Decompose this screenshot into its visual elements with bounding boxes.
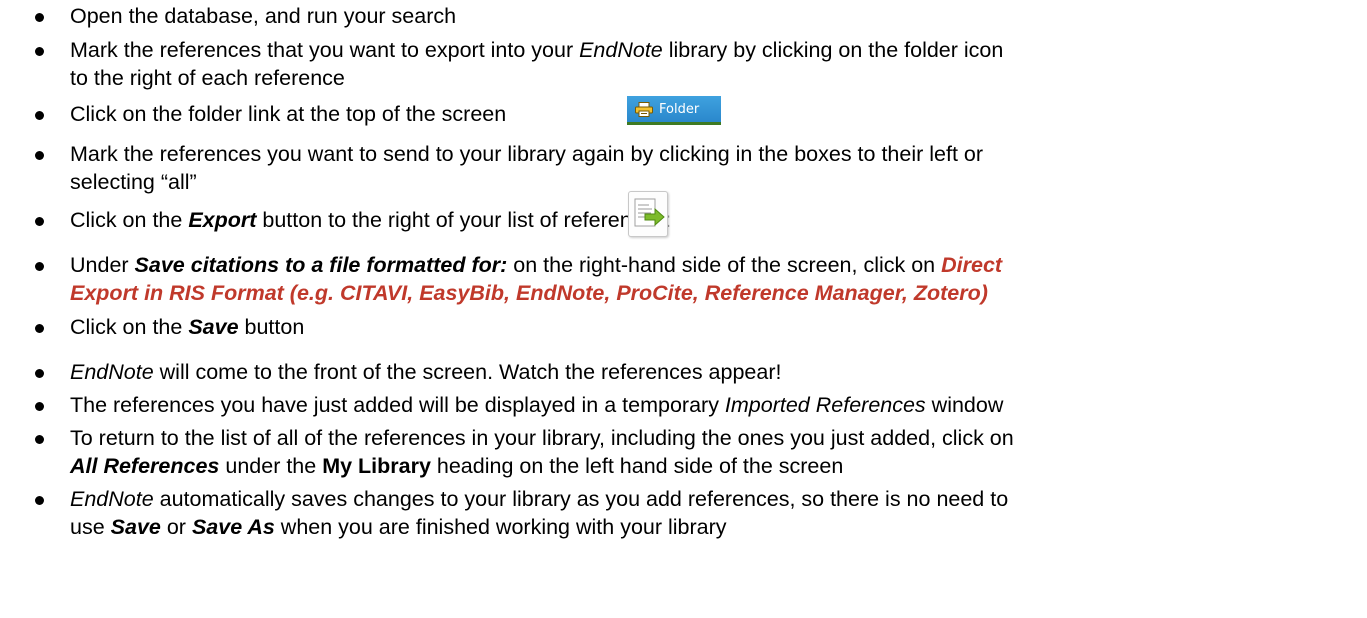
folder-button[interactable]: Folder bbox=[627, 96, 721, 125]
bullet-icon bbox=[35, 496, 44, 505]
bullet-icon bbox=[35, 262, 44, 271]
text-run: EndNote bbox=[579, 38, 663, 62]
text-run: Click on the folder link at the top of t… bbox=[70, 102, 507, 126]
text-run: My Library bbox=[322, 454, 431, 478]
text-run: Save bbox=[188, 315, 239, 339]
export-button[interactable] bbox=[628, 191, 668, 237]
bullet-icon bbox=[35, 217, 44, 226]
text-run: button to the right of your list of refe… bbox=[256, 208, 672, 232]
text-run: or bbox=[160, 515, 192, 539]
list-item-text: EndNote automatically saves changes to y… bbox=[70, 486, 1008, 512]
text-run: heading on the left hand side of the scr… bbox=[430, 454, 844, 478]
text-run: EndNote bbox=[70, 487, 154, 511]
text-run: Mark the references that you want to exp… bbox=[70, 38, 580, 62]
list-item-text: All References under the My Library head… bbox=[70, 453, 843, 479]
text-run: Click on the bbox=[70, 315, 189, 339]
text-run: Export in RIS Format (e.g. CITAVI, EasyB… bbox=[70, 281, 988, 305]
text-run: Save citations to a file formatted for: bbox=[134, 253, 508, 277]
list-item-text: Under Save citations to a file formatted… bbox=[70, 252, 1002, 278]
bullet-icon bbox=[35, 369, 44, 378]
text-run: The references you have just added will … bbox=[70, 393, 725, 417]
text-run: Save As bbox=[191, 515, 275, 539]
list-item-text: EndNote will come to the front of the sc… bbox=[70, 359, 781, 385]
text-run: Imported References bbox=[724, 393, 926, 417]
bullet-icon bbox=[35, 151, 44, 160]
list-item-text: Click on the Save button bbox=[70, 314, 304, 340]
bullet-icon bbox=[35, 111, 44, 120]
printer-icon bbox=[635, 101, 653, 117]
bullet-icon bbox=[35, 47, 44, 56]
text-run: Click on the bbox=[70, 208, 189, 232]
bullet-icon bbox=[35, 435, 44, 444]
text-run: Direct bbox=[941, 253, 1003, 277]
list-item-text: Open the database, and run your search bbox=[70, 3, 456, 29]
text-run: window bbox=[925, 393, 1004, 417]
list-item-text: selecting “all” bbox=[70, 169, 197, 195]
list-item-text: To return to the list of all of the refe… bbox=[70, 425, 1014, 451]
text-run: will come to the front of the screen. Wa… bbox=[153, 360, 782, 384]
list-item-text: Mark the references you want to send to … bbox=[70, 141, 983, 167]
text-run: Mark the references you want to send to … bbox=[70, 142, 984, 166]
text-run: automatically saves changes to your libr… bbox=[153, 487, 1009, 511]
text-run: use bbox=[70, 515, 111, 539]
text-run: EndNote bbox=[70, 360, 154, 384]
text-run: To return to the list of all of the refe… bbox=[70, 426, 1014, 450]
text-run: Save bbox=[110, 515, 161, 539]
list-item-text: Click on the folder link at the top of t… bbox=[70, 101, 506, 127]
list-item-text: Export in RIS Format (e.g. CITAVI, EasyB… bbox=[70, 280, 988, 306]
text-run: under the bbox=[219, 454, 323, 478]
text-run: to the right of each reference bbox=[70, 66, 345, 90]
text-run: Open the database, and run your search bbox=[70, 4, 457, 28]
bullet-icon bbox=[35, 324, 44, 333]
text-run: when you are finished working with your … bbox=[274, 515, 727, 539]
folder-button-label: Folder bbox=[659, 101, 700, 117]
list-item-text: The references you have just added will … bbox=[70, 392, 1003, 418]
text-run: Export bbox=[188, 208, 257, 232]
list-item-text: Mark the references that you want to exp… bbox=[70, 37, 1003, 63]
export-icon bbox=[634, 198, 665, 227]
list-item-text: use Save or Save As when you are finishe… bbox=[70, 514, 727, 540]
text-run: on the right-hand side of the screen, cl… bbox=[507, 253, 942, 277]
text-run: library by clicking on the folder icon bbox=[662, 38, 1004, 62]
list-item-text: Click on the Export button to the right … bbox=[70, 207, 671, 233]
text-run: All References bbox=[70, 454, 220, 478]
list-item-text: to the right of each reference bbox=[70, 65, 345, 91]
text-run: Under bbox=[70, 253, 135, 277]
bullet-icon bbox=[35, 402, 44, 411]
text-run: selecting “all” bbox=[70, 170, 197, 194]
bullet-icon bbox=[35, 13, 44, 22]
text-run: button bbox=[238, 315, 305, 339]
